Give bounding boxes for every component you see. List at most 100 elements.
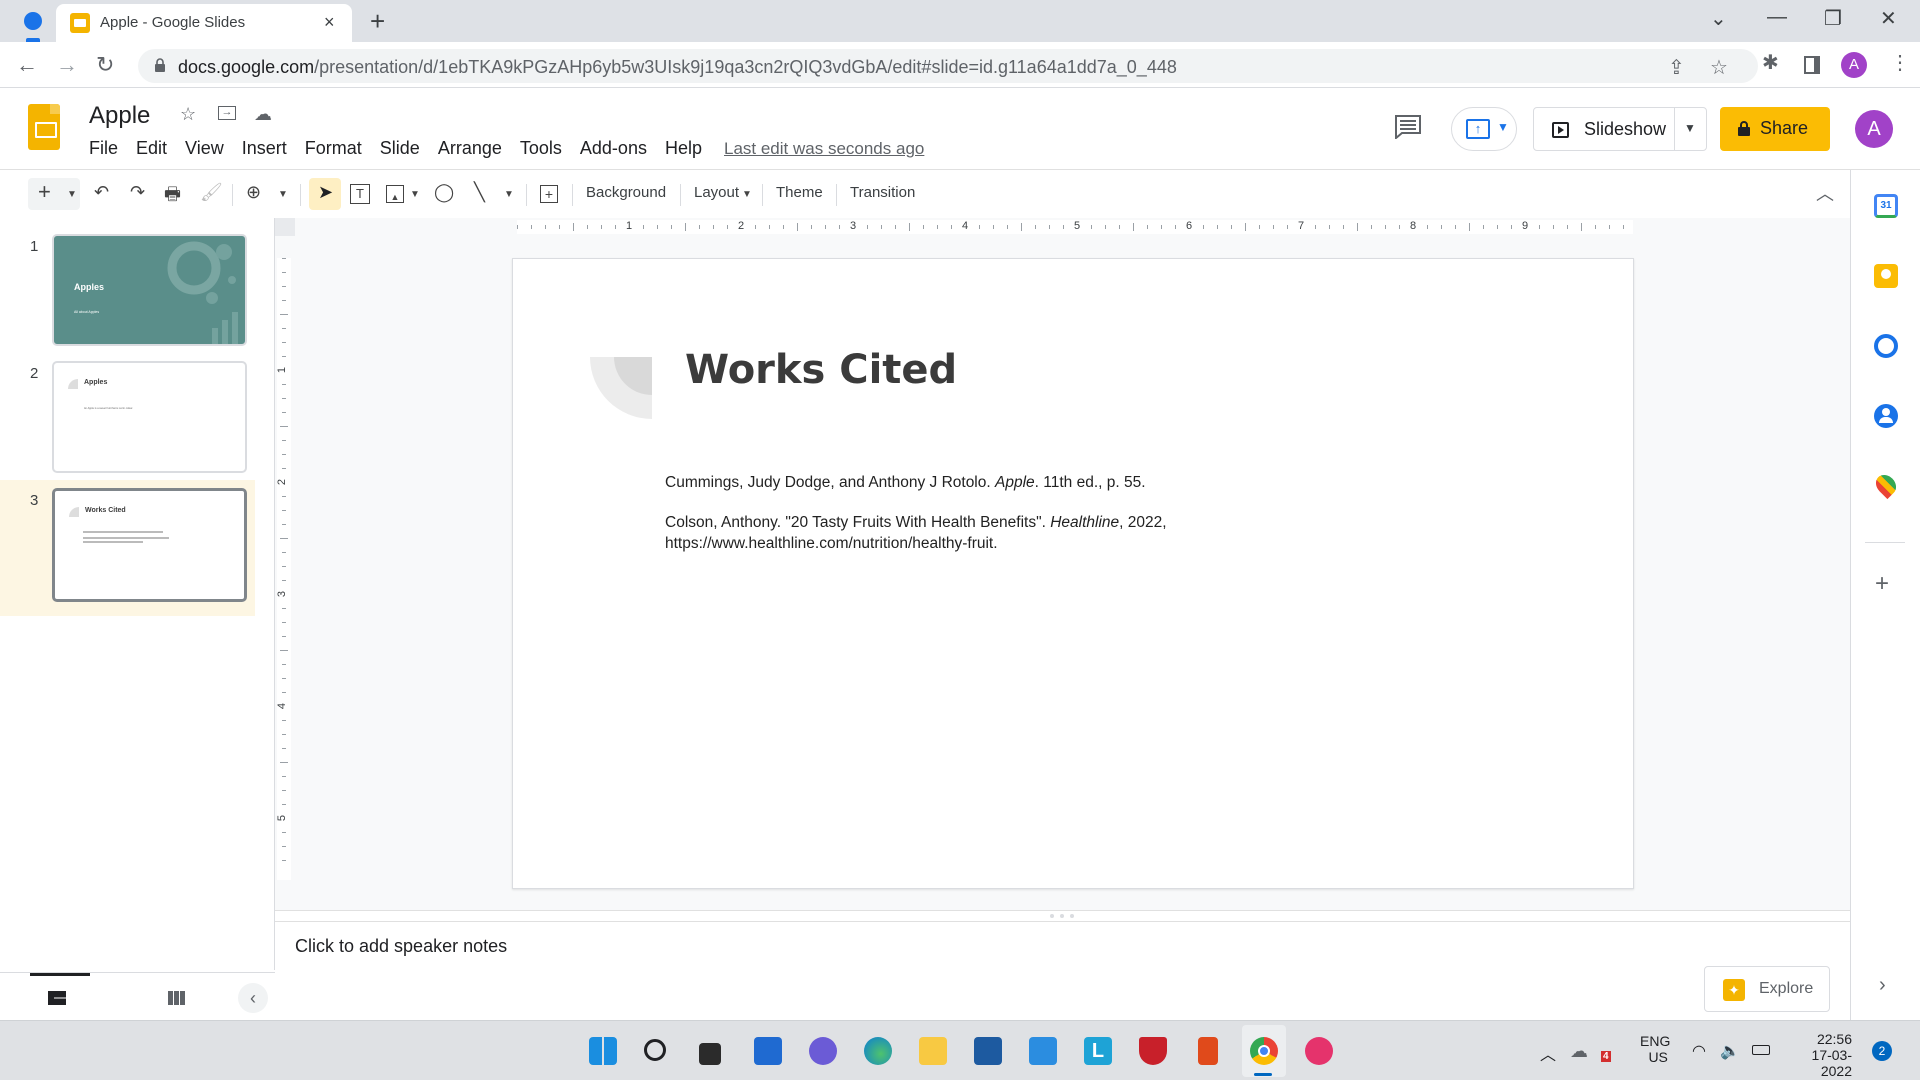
windows-start-icon[interactable]	[589, 1037, 617, 1065]
grid-view-icon[interactable]	[168, 991, 186, 1005]
new-slide-chevron-icon[interactable]: ▼	[67, 189, 77, 200]
mail-icon[interactable]	[1029, 1037, 1057, 1065]
star-icon[interactable]: ☆	[180, 104, 196, 125]
vertical-ruler[interactable]: 1 2 3 4 5	[276, 258, 291, 880]
pink-app-icon[interactable]	[1305, 1037, 1333, 1065]
menu-format[interactable]: Format	[305, 138, 371, 159]
slide-thumbnail[interactable]: Apples All about Apples	[52, 234, 247, 346]
redo-icon[interactable]: ↷	[130, 182, 145, 203]
chrome-profile-avatar[interactable]: A	[1841, 52, 1867, 78]
account-avatar[interactable]: A	[1855, 110, 1893, 148]
language-indicator[interactable]: ENG US	[1640, 1033, 1670, 1065]
slide-title[interactable]: Works Cited	[685, 347, 957, 393]
collapse-toolbar-chevron-up-icon[interactable]: ︿	[1816, 180, 1834, 206]
clock[interactable]: 22:56 17-03-2022	[1790, 1031, 1852, 1079]
line-chevron-icon[interactable]: ▼	[504, 189, 514, 200]
l-app-icon[interactable]: L	[1084, 1037, 1112, 1065]
address-bar[interactable]: docs.google.com/presentation/d/1ebTKA9kP…	[138, 49, 1758, 83]
collapse-filmstrip-chevron-left-icon[interactable]: ‹	[238, 983, 268, 1013]
volume-icon[interactable]: 🔈	[1720, 1041, 1740, 1061]
restore-button[interactable]: ❐	[1824, 6, 1842, 31]
share-button[interactable]: Share	[1720, 107, 1830, 151]
forward-icon[interactable]: →	[56, 52, 78, 78]
undo-icon[interactable]: ↶	[94, 182, 109, 203]
slideshow-button[interactable]: Slideshow ▼	[1533, 107, 1707, 151]
minimize-button[interactable]: —	[1767, 6, 1787, 29]
notes-resize-handle[interactable]	[275, 910, 1850, 922]
edge-icon[interactable]	[864, 1037, 892, 1065]
filmstrip-slide-1[interactable]: 1 Apples All about Apples	[0, 226, 255, 353]
menu-arrange[interactable]: Arrange	[438, 138, 511, 159]
last-edit-link[interactable]: Last edit was seconds ago	[724, 139, 924, 159]
battery-icon[interactable]	[1752, 1045, 1770, 1055]
reload-icon[interactable]: ↻	[96, 52, 114, 78]
office-icon[interactable]	[1198, 1037, 1218, 1065]
zoom-icon[interactable]: ⊕	[246, 182, 261, 203]
chrome-menu-icon[interactable]: ⋮	[1890, 50, 1910, 75]
background-button[interactable]: Background	[586, 184, 666, 201]
document-title[interactable]: Apple	[89, 102, 150, 130]
shape-icon[interactable]: ◯	[434, 182, 454, 203]
slide-canvas[interactable]: Works Cited Cummings, Judy Dodge, and An…	[512, 258, 1634, 889]
app-badge[interactable]: 4	[1601, 1051, 1611, 1062]
back-icon[interactable]: ←	[16, 52, 38, 78]
menu-view[interactable]: View	[185, 138, 233, 159]
menu-file[interactable]: File	[89, 138, 127, 159]
menu-edit[interactable]: Edit	[136, 138, 176, 159]
comment-history-icon[interactable]	[1395, 115, 1421, 139]
cloud-saved-icon[interactable]: ☁	[254, 104, 272, 125]
image-icon[interactable]: ▲	[386, 185, 404, 203]
zoom-chevron-icon[interactable]: ▼	[278, 189, 288, 200]
transition-button[interactable]: Transition	[850, 184, 915, 201]
chrome-icon[interactable]	[1250, 1037, 1278, 1065]
print-icon[interactable]: 🖶	[164, 182, 181, 212]
menu-addons[interactable]: Add-ons	[580, 138, 656, 159]
add-comment-icon[interactable]: +	[540, 185, 558, 203]
line-icon[interactable]: ╲	[474, 182, 485, 203]
horizontal-ruler[interactable]: 1 2 3 4 5 6 7 8 9	[517, 220, 1633, 234]
contacts-icon[interactable]	[1874, 404, 1898, 428]
tab-search-icon[interactable]: ⌄	[1710, 6, 1727, 31]
layout-button[interactable]: Layout	[694, 184, 739, 201]
tab-close-icon[interactable]: ×	[324, 12, 335, 33]
menu-help[interactable]: Help	[665, 138, 711, 159]
new-tab-button[interactable]: +	[370, 6, 385, 37]
microsoft-store-icon[interactable]	[974, 1037, 1002, 1065]
speaker-notes[interactable]: Click to add speaker notes	[275, 922, 1850, 1020]
theme-button[interactable]: Theme	[776, 184, 823, 201]
present-to-meeting-button[interactable]: ↑ ▼	[1451, 107, 1517, 151]
search-icon[interactable]	[644, 1039, 666, 1061]
slide-thumbnail[interactable]: Apples An Apple is a sweet fruit that is…	[52, 361, 247, 473]
menu-tools[interactable]: Tools	[520, 138, 571, 159]
notification-badge[interactable]: 2	[1872, 1041, 1892, 1061]
menu-insert[interactable]: Insert	[242, 138, 296, 159]
widgets-icon[interactable]	[754, 1037, 782, 1065]
tasks-icon[interactable]	[1874, 334, 1898, 358]
close-window-button[interactable]: ✕	[1880, 6, 1897, 31]
teams-chat-icon[interactable]	[809, 1037, 837, 1065]
browser-tab[interactable]: Apple - Google Slides ×	[56, 4, 352, 42]
onedrive-cloud-icon[interactable]: ☁	[1570, 1041, 1588, 1062]
citation-1[interactable]: Cummings, Judy Dodge, and Anthony J Roto…	[665, 472, 1146, 493]
task-view-icon[interactable]	[699, 1043, 721, 1065]
maps-icon[interactable]	[1871, 470, 1901, 500]
filmstrip-slide-3[interactable]: 3 Works Cited	[0, 480, 255, 616]
text-box-icon[interactable]: T	[350, 184, 370, 204]
explore-button[interactable]: ✦ Explore	[1704, 966, 1830, 1012]
wifi-icon[interactable]: ◠	[1692, 1041, 1706, 1061]
paint-format-icon[interactable]: 🖌	[200, 182, 223, 203]
citation-2[interactable]: Colson, Anthony. "20 Tasty Fruits With H…	[665, 512, 1167, 554]
filmstrip-view-icon[interactable]	[48, 991, 66, 1005]
share-page-icon[interactable]: ⇪	[1668, 55, 1685, 80]
extensions-puzzle-icon[interactable]: ✱	[1762, 50, 1779, 75]
side-panel-icon[interactable]	[1804, 56, 1820, 74]
image-chevron-icon[interactable]: ▼	[410, 189, 420, 200]
mcafee-icon[interactable]	[1139, 1037, 1167, 1065]
keep-icon[interactable]	[1874, 264, 1898, 288]
show-side-panel-chevron-icon[interactable]: ›	[1879, 974, 1886, 997]
get-add-ons-plus-icon[interactable]: +	[1875, 570, 1889, 598]
filmstrip-slide-2[interactable]: 2 Apples An Apple is a sweet fruit that …	[0, 353, 255, 480]
slide-thumbnail[interactable]: Works Cited	[52, 488, 247, 602]
show-hidden-icons-chevron-icon[interactable]: ︿	[1540, 1041, 1556, 1065]
bookmark-star-icon[interactable]: ☆	[1710, 55, 1728, 80]
